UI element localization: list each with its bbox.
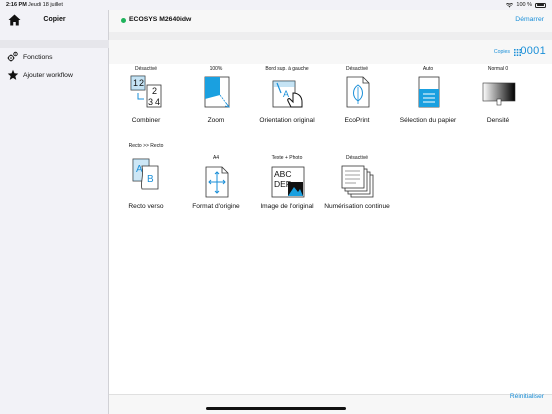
function-label: Densité: [486, 117, 510, 124]
density-icon: [482, 82, 516, 106]
function-value: Désactivé: [346, 66, 368, 72]
svg-text:1: 1: [133, 78, 138, 88]
function-value: A4: [212, 155, 220, 161]
function-value: Recto >> Recto: [128, 143, 164, 149]
function-label: Format d'origine: [192, 203, 240, 210]
function-selection-papier[interactable]: Auto Sélection du papier: [393, 66, 463, 134]
device-name[interactable]: ECOSYS M2640idw: [129, 16, 191, 23]
svg-text:2: 2: [139, 78, 144, 88]
status-date: Jeudi 18 juillet: [28, 2, 63, 8]
original-size-icon: [205, 166, 229, 198]
function-label: EcoPrint: [344, 117, 370, 124]
continuous-scan-icon: [341, 165, 374, 198]
sidebar-item-label: Ajouter workflow: [23, 71, 73, 79]
ecoprint-icon: [346, 76, 370, 108]
function-value: Texte + Photo: [271, 155, 303, 161]
function-image-original[interactable]: Texte + Photo ABC DEF Image de l'origina…: [252, 143, 322, 211]
function-densite[interactable]: Normal 0 Densité: [463, 66, 533, 134]
status-time: 2:16 PM: [6, 2, 27, 8]
svg-text:ABC: ABC: [274, 169, 291, 179]
star-icon: [7, 69, 19, 80]
function-format-origine[interactable]: A4 Format d'origine: [181, 143, 251, 211]
paper-tray-icon: [418, 76, 440, 108]
reset-button[interactable]: Réinitialiser: [510, 393, 544, 400]
function-label: Recto verso: [128, 203, 164, 210]
sidebar-header: Copier: [0, 10, 108, 32]
sidebar-title: Copier: [43, 16, 66, 23]
copies-bar: Copies 0001: [109, 40, 552, 64]
function-label: Orientation original: [259, 117, 315, 124]
app-window: 2:16 PM Jeudi 18 juillet 100 % Copier Fo…: [0, 0, 552, 414]
sidebar-separator: [0, 40, 109, 48]
battery-percent: 100 %: [516, 2, 532, 8]
svg-text:4: 4: [155, 97, 160, 107]
original-image-icon: ABC DEF: [271, 166, 305, 198]
status-bar: 2:16 PM Jeudi 18 juillet 100 %: [0, 0, 552, 10]
svg-text:2: 2: [152, 86, 157, 96]
function-label: Numérisation continue: [324, 203, 390, 210]
sidebar-menu: Fonctions Ajouter workflow: [0, 48, 109, 84]
function-value: Bord sup. à gauche: [265, 66, 309, 72]
device-header: ECOSYS M2640idw Démarrer: [109, 10, 552, 32]
function-numerisation-continue[interactable]: Désactivé Numérisation continue: [322, 143, 392, 211]
copies-label: Copies: [493, 49, 510, 55]
sidebar-item-fonctions[interactable]: Fonctions: [0, 48, 109, 66]
svg-text:A: A: [283, 89, 289, 99]
device-status-dot: [121, 18, 126, 23]
orientation-icon: A: [272, 80, 303, 108]
function-recto-verso[interactable]: Recto >> Recto A B Recto verso: [111, 143, 181, 211]
function-combiner[interactable]: Désactivé 1 2 2 3 4 Combiner: [111, 66, 181, 134]
function-value: Désactivé: [135, 66, 157, 72]
bottom-bar: [109, 394, 552, 414]
svg-text:3: 3: [148, 97, 153, 107]
function-label: Zoom: [207, 117, 225, 124]
function-orientation-original[interactable]: Bord sup. à gauche A Orientation origina…: [252, 66, 322, 134]
copies-count[interactable]: 0001: [520, 45, 546, 57]
home-indicator[interactable]: [206, 407, 346, 410]
battery-icon: [535, 2, 546, 8]
function-label: Combiner: [131, 117, 161, 124]
svg-text:B: B: [147, 174, 154, 185]
function-value: Désactivé: [346, 155, 368, 161]
function-value: Normal 0: [487, 66, 509, 72]
status-right: 100 %: [506, 2, 546, 8]
sidebar-item-ajouter-workflow[interactable]: Ajouter workflow: [0, 66, 109, 84]
function-zoom[interactable]: 100% Zoom: [181, 66, 251, 134]
combine-icon: 1 2 2 3 4: [130, 75, 162, 108]
header-divider: [109, 32, 552, 40]
sidebar-item-label: Fonctions: [23, 53, 53, 61]
gear-group-icon: [7, 51, 18, 62]
zoom-icon: [204, 76, 230, 108]
function-label: Image de l'original: [260, 203, 314, 210]
function-ecoprint[interactable]: Désactivé EcoPrint: [322, 66, 392, 134]
main-panel: ECOSYS M2640idw Démarrer Copies 0001 Dés…: [109, 10, 552, 414]
start-button[interactable]: Démarrer: [515, 16, 544, 23]
sidebar: Copier Fonctions Ajouter workflow: [0, 10, 109, 414]
function-label: Sélection du papier: [399, 117, 457, 124]
duplex-icon: A B: [132, 158, 159, 190]
function-value: 100%: [209, 66, 223, 72]
wifi-icon: [506, 2, 514, 7]
function-value: Auto: [422, 66, 434, 72]
